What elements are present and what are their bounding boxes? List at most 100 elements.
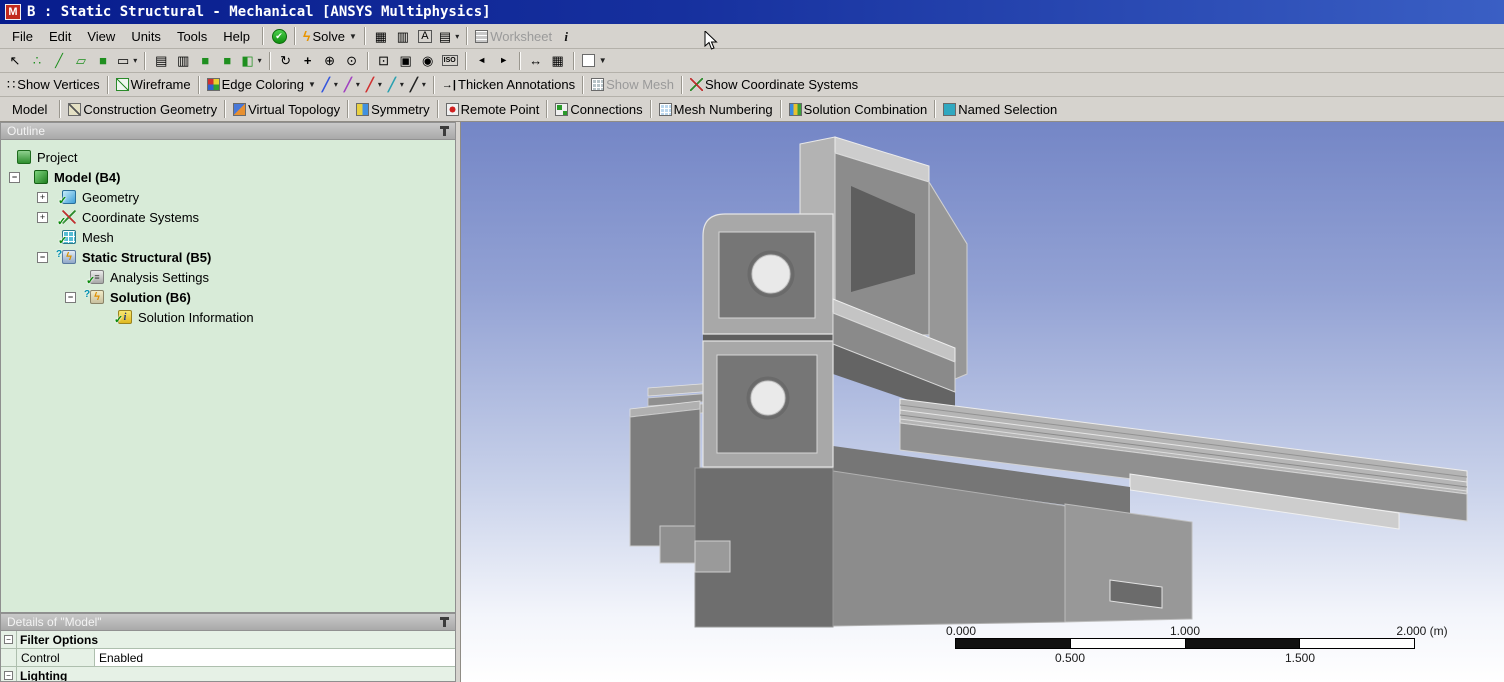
tree-item-model[interactable]: Model (B4) [1, 167, 455, 187]
collapse-expander-icon[interactable] [4, 671, 13, 680]
menu-file[interactable]: File [4, 26, 41, 47]
virtual-topology-button[interactable]: Virtual Topology [230, 98, 343, 120]
collapse-expander-icon[interactable] [65, 292, 76, 303]
face-filter-button[interactable]: ▱ [70, 50, 92, 72]
pan-button[interactable]: + [297, 50, 319, 72]
info-button[interactable]: i [555, 25, 577, 47]
multi-body-select-button[interactable]: ■ [216, 50, 238, 72]
zoom-in-button[interactable]: ⊕ [319, 50, 341, 72]
rotate-button[interactable]: ↻ [275, 50, 297, 72]
menu-units[interactable]: Units [123, 26, 169, 47]
face-filter-icon: ▱ [76, 54, 86, 67]
property-value[interactable]: Enabled [95, 649, 455, 666]
dropdown-icon[interactable]: ▾ [334, 80, 338, 89]
tree-item-solution-information[interactable]: i Solution Information [1, 307, 455, 327]
edge-coloring-dropdown-icon[interactable]: ▼ [308, 80, 316, 89]
collapse-expander-icon[interactable] [4, 635, 13, 644]
pin-icon[interactable] [443, 127, 446, 136]
dropdown-icon[interactable]: ▾ [400, 80, 404, 89]
scale-label-0: 0.000 [946, 624, 976, 638]
expand-expander-icon[interactable] [37, 212, 48, 223]
thicken-annotations-button[interactable]: →| Thicken Annotations [439, 74, 578, 96]
vertex-filter-button[interactable]: ∴ [26, 50, 48, 72]
show-coordinate-systems-button[interactable]: Show Coordinate Systems [687, 74, 861, 96]
collapse-expander-icon[interactable] [37, 252, 48, 263]
details-category-lighting[interactable]: Lighting [1, 667, 455, 682]
details-category-filter-options[interactable]: Filter Options [1, 631, 455, 649]
image-capture-button[interactable]: ▤ ▾ [436, 25, 462, 47]
swatch-dropdown-icon[interactable]: ▼ [599, 56, 607, 65]
edge-coloring-button[interactable]: Edge Coloring ▼ [204, 74, 319, 96]
select-box-button[interactable]: ▭ ▾ [114, 50, 140, 72]
label-tool-button[interactable]: ▤ [150, 50, 172, 72]
select-mode-button[interactable]: ↖ [4, 50, 26, 72]
remote-point-button[interactable]: Remote Point [443, 98, 543, 120]
dropdown-icon[interactable]: ▾ [378, 80, 382, 89]
symmetry-button[interactable]: Symmetry [353, 98, 433, 120]
iso-view-button[interactable]: ISO [439, 50, 461, 72]
zoom-out-button[interactable]: ⊙ [341, 50, 363, 72]
scale-label-15: 1.500 [1285, 651, 1315, 665]
tree-item-mesh[interactable]: Mesh [1, 227, 455, 247]
outline-tree: Project Model (B4) Geometry Coordinate S… [0, 140, 456, 613]
next-view-button[interactable]: ► [493, 50, 515, 72]
show-vertices-button[interactable]: ∷ Show Vertices [4, 74, 103, 96]
annotation-tool-button[interactable]: A [414, 25, 436, 47]
body-filter-button[interactable]: ■ [92, 50, 114, 72]
geometry-viewport[interactable]: 0.000 1.000 2.000 (m) 0.500 1.500 [461, 122, 1504, 682]
box-select-dropdown-icon[interactable]: ▾ [133, 56, 137, 65]
body-select-button[interactable]: ■ [194, 50, 216, 72]
edge-direction-button-1[interactable]: ╱ ▾ [319, 74, 341, 96]
wireframe-button[interactable]: Wireframe [113, 74, 194, 96]
menu-view[interactable]: View [79, 26, 123, 47]
separator [367, 52, 369, 70]
tag-button[interactable]: ▦ [547, 50, 569, 72]
expand-expander-icon[interactable] [37, 192, 48, 203]
dropdown-icon[interactable]: ▾ [422, 80, 426, 89]
tree-item-solution[interactable]: ϟ Solution (B6) [1, 287, 455, 307]
tree-item-analysis-settings[interactable]: ≡ Analysis Settings [1, 267, 455, 287]
zoom-to-fit-button[interactable]: ▣ [395, 50, 417, 72]
solve-button[interactable]: ϟ Solve ▼ [300, 25, 360, 47]
solve-status-button[interactable]: ✔ [268, 25, 290, 47]
tree-item-project[interactable]: Project [1, 147, 455, 167]
magnifier-button[interactable]: ◉ [417, 50, 439, 72]
connections-button[interactable]: Connections [552, 98, 645, 120]
menu-tools[interactable]: Tools [169, 26, 215, 47]
image-dropdown-icon[interactable]: ▾ [455, 32, 459, 41]
pin-icon[interactable] [443, 618, 446, 627]
result-tool-button[interactable]: ▦ [370, 25, 392, 47]
measure-button[interactable]: ↔ [525, 50, 547, 72]
edge-direction-button-2[interactable]: ╱ ▾ [341, 74, 363, 96]
named-selection-button[interactable]: Named Selection [940, 98, 1060, 120]
label-3d-tool-button[interactable]: ▥ [172, 50, 194, 72]
vertex-filter-icon: ∴ [33, 54, 41, 67]
construction-geometry-button[interactable]: Construction Geometry [65, 98, 220, 120]
tree-item-static-structural[interactable]: ϟ Static Structural (B5) [1, 247, 455, 267]
tree-item-geometry[interactable]: Geometry [1, 187, 455, 207]
measure-icon: ↔ [529, 54, 542, 67]
previous-view-button[interactable]: ◄ [471, 50, 493, 72]
solve-dropdown-icon[interactable]: ▼ [349, 32, 357, 41]
color-swatch-button[interactable]: ▼ [579, 50, 610, 72]
menu-edit[interactable]: Edit [41, 26, 79, 47]
mesh-numbering-button[interactable]: Mesh Numbering [656, 98, 776, 120]
dropdown-icon[interactable]: ▾ [356, 80, 360, 89]
extend-selection-button[interactable]: ◧ ▾ [238, 50, 264, 72]
edge-direction-button-3[interactable]: ╱ ▾ [363, 74, 385, 96]
mesh-numbering-icon [659, 103, 672, 116]
chart-tool-button[interactable]: ▥ [392, 25, 414, 47]
edge-filter-button[interactable]: ╱ [48, 50, 70, 72]
menu-help[interactable]: Help [215, 26, 258, 47]
solution-combination-button[interactable]: Solution Combination [786, 98, 931, 120]
collapse-expander-icon[interactable] [9, 172, 20, 183]
box-zoom-button[interactable]: ⊡ [373, 50, 395, 72]
details-property-control: Control Enabled [1, 649, 455, 667]
edge-direction-button-5[interactable]: ╱ ▾ [407, 74, 429, 96]
details-category-label: Filter Options [17, 633, 455, 647]
tree-item-coordinate-systems[interactable]: Coordinate Systems [1, 207, 455, 227]
extend-dropdown-icon[interactable]: ▾ [258, 56, 262, 65]
edge-filter-icon: ╱ [55, 54, 63, 67]
coordinate-systems-icon [690, 78, 703, 91]
edge-direction-button-4[interactable]: ╱ ▾ [385, 74, 407, 96]
